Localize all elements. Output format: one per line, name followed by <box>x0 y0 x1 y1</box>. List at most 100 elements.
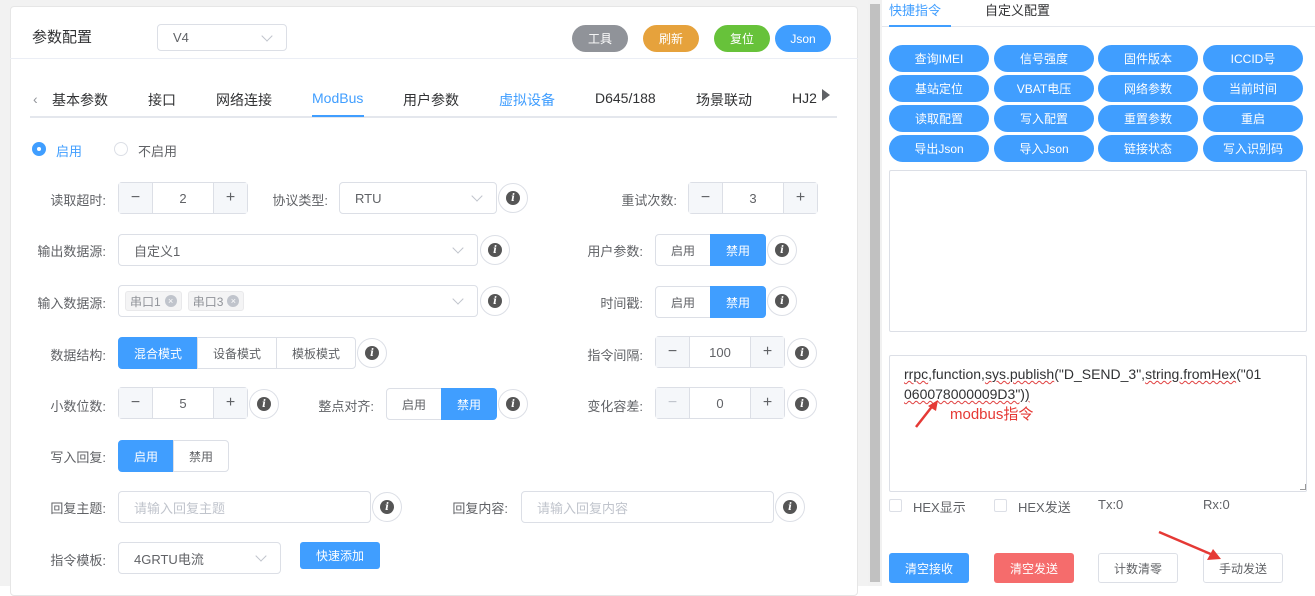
tabs-prev-arrow[interactable]: ‹ <box>33 91 38 107</box>
hour-align-disable[interactable]: 禁用 <box>441 388 497 420</box>
cmd-interval-value[interactable]: 100 <box>690 337 750 367</box>
tab-user-params[interactable]: 用户参数 <box>403 90 459 110</box>
mode-template[interactable]: 模板模式 <box>276 337 356 369</box>
info-icon[interactable]: i <box>498 389 528 419</box>
info-icon[interactable]: i <box>357 338 387 368</box>
plus-icon[interactable]: + <box>213 388 247 418</box>
plus-icon[interactable]: + <box>750 337 784 367</box>
tab-hj2[interactable]: HJ2 <box>792 90 817 106</box>
retry-count-value[interactable]: 3 <box>723 183 783 213</box>
read-timeout-stepper[interactable]: − 2 + <box>118 182 248 214</box>
scrollbar-thumb[interactable] <box>870 4 880 582</box>
minus-icon[interactable]: − <box>656 337 690 367</box>
timestamp-enable[interactable]: 启用 <box>655 286 711 318</box>
info-icon[interactable]: i <box>480 286 510 316</box>
json-button[interactable]: Json <box>775 25 831 52</box>
disable-radio[interactable] <box>114 142 128 156</box>
enable-radio[interactable] <box>32 142 46 156</box>
reboot-button[interactable]: 重启 <box>1203 105 1303 132</box>
hex-show-checkbox[interactable] <box>889 499 902 512</box>
mode-device[interactable]: 设备模式 <box>197 337 277 369</box>
tab-virtual-device[interactable]: 虚拟设备 <box>499 90 555 110</box>
info-icon[interactable]: i <box>767 235 797 265</box>
clear-receive-button[interactable]: 清空接收 <box>889 553 969 583</box>
info-icon[interactable]: i <box>498 183 528 213</box>
write-reply-enable[interactable]: 启用 <box>118 440 174 472</box>
plus-icon[interactable]: + <box>213 183 247 213</box>
change-tolerance-stepper[interactable]: − 0 + <box>655 387 785 419</box>
export-json-button[interactable]: 导出Json <box>889 135 989 162</box>
info-icon[interactable]: i <box>372 492 402 522</box>
data-structure-toggle[interactable]: 混合模式 设备模式 模板模式 <box>118 337 356 369</box>
user-params-disable[interactable]: 禁用 <box>710 234 766 266</box>
resize-handle-icon[interactable] <box>1300 484 1306 490</box>
close-icon[interactable]: × <box>227 295 240 307</box>
tab-basic-params[interactable]: 基本参数 <box>52 90 108 110</box>
iccid-button[interactable]: ICCID号 <box>1203 45 1303 72</box>
plus-icon[interactable]: + <box>783 183 817 213</box>
minus-icon[interactable]: − <box>119 388 153 418</box>
read-timeout-value[interactable]: 2 <box>153 183 213 213</box>
mode-mixed[interactable]: 混合模式 <box>118 337 198 369</box>
quick-add-button[interactable]: 快速添加 <box>300 542 380 569</box>
reset-button[interactable]: 复位 <box>714 25 770 52</box>
vbat-voltage-button[interactable]: VBAT电压 <box>994 75 1094 102</box>
import-json-button[interactable]: 导入Json <box>994 135 1094 162</box>
hex-send-checkbox[interactable] <box>994 499 1007 512</box>
output-source-select[interactable]: 自定义1 <box>118 234 478 266</box>
tabs-next-arrow[interactable] <box>822 89 830 101</box>
clear-send-button[interactable]: 清空发送 <box>994 553 1074 583</box>
user-params-toggle[interactable]: 启用 禁用 <box>655 234 766 266</box>
tab-scene-linkage[interactable]: 场景联动 <box>696 90 752 110</box>
minus-icon[interactable]: − <box>689 183 723 213</box>
refresh-button[interactable]: 刷新 <box>643 25 699 52</box>
change-tolerance-value[interactable]: 0 <box>690 388 750 418</box>
timestamp-toggle[interactable]: 启用 禁用 <box>655 286 766 318</box>
read-config-button[interactable]: 读取配置 <box>889 105 989 132</box>
user-params-enable[interactable]: 启用 <box>655 234 711 266</box>
send-text-content[interactable]: rrpc,function,sys.publish("D_SEND_3",str… <box>904 364 1284 404</box>
reset-params-button[interactable]: 重置参数 <box>1098 105 1198 132</box>
receive-textarea[interactable] <box>889 170 1307 332</box>
info-icon[interactable]: i <box>775 492 805 522</box>
cmd-interval-stepper[interactable]: − 100 + <box>655 336 785 368</box>
tools-button[interactable]: 工具 <box>572 25 628 52</box>
link-status-button[interactable]: 链接状态 <box>1098 135 1198 162</box>
info-icon[interactable]: i <box>787 338 817 368</box>
info-icon[interactable]: i <box>787 389 817 419</box>
plus-icon[interactable]: + <box>750 388 784 418</box>
tab-d645[interactable]: D645/188 <box>595 90 656 106</box>
input-source-select[interactable]: 串口1 × 串口3 × <box>118 285 478 317</box>
retry-count-stepper[interactable]: − 3 + <box>688 182 818 214</box>
write-reply-toggle[interactable]: 启用 禁用 <box>118 440 229 472</box>
hour-align-toggle[interactable]: 启用 禁用 <box>386 388 497 420</box>
tab-custom-config[interactable]: 自定义配置 <box>985 0 1050 19</box>
info-icon[interactable]: i <box>767 286 797 316</box>
info-icon[interactable]: i <box>480 235 510 265</box>
decimal-places-stepper[interactable]: − 5 + <box>118 387 248 419</box>
write-reply-disable[interactable]: 禁用 <box>173 440 229 472</box>
cell-location-button[interactable]: 基站定位 <box>889 75 989 102</box>
hour-align-enable[interactable]: 启用 <box>386 388 442 420</box>
current-time-button[interactable]: 当前时间 <box>1203 75 1303 102</box>
version-select[interactable]: V4 <box>157 24 287 51</box>
tab-quick-commands[interactable]: 快捷指令 <box>889 0 941 19</box>
reply-topic-input[interactable]: 请输入回复主题 <box>118 491 371 523</box>
timestamp-disable[interactable]: 禁用 <box>710 286 766 318</box>
tab-modbus[interactable]: ModBus <box>312 90 363 106</box>
protocol-type-select[interactable]: RTU <box>339 182 497 214</box>
reply-content-input[interactable]: 请输入回复内容 <box>521 491 774 523</box>
minus-icon[interactable]: − <box>656 388 690 418</box>
write-config-button[interactable]: 写入配置 <box>994 105 1094 132</box>
minus-icon[interactable]: − <box>119 183 153 213</box>
tab-network[interactable]: 网络连接 <box>216 90 272 110</box>
signal-strength-button[interactable]: 信号强度 <box>994 45 1094 72</box>
query-imei-button[interactable]: 查询IMEI <box>889 45 989 72</box>
cmd-template-select[interactable]: 4GRTU电流 <box>118 542 281 574</box>
close-icon[interactable]: × <box>164 295 177 307</box>
firmware-version-button[interactable]: 固件版本 <box>1098 45 1198 72</box>
decimal-places-value[interactable]: 5 <box>153 388 213 418</box>
info-icon[interactable]: i <box>249 389 279 419</box>
tab-interface[interactable]: 接口 <box>148 90 176 110</box>
network-params-button[interactable]: 网络参数 <box>1098 75 1198 102</box>
